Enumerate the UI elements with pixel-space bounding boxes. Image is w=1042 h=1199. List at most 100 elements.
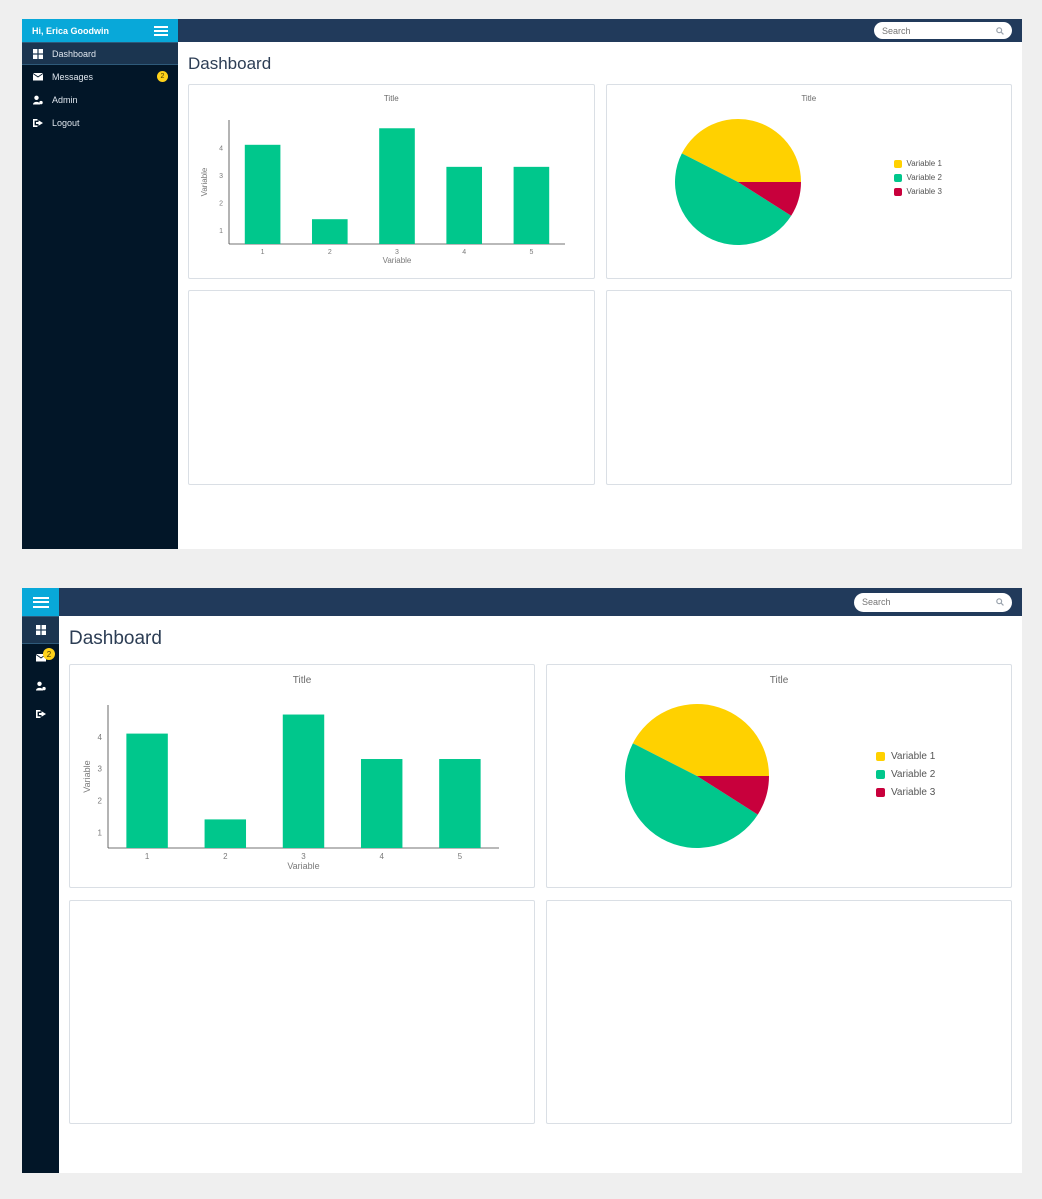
y-tick-label: 1 [219,228,223,235]
y-tick-label: 4 [98,733,103,742]
sign-out-icon [35,709,47,719]
nav-item-admin[interactable] [22,672,59,700]
legend-label: Variable 2 [891,769,936,780]
empty-card [69,900,535,1124]
x-tick-label: 2 [223,852,228,861]
envelope-icon [32,72,44,82]
dashboard-icon [35,625,47,635]
bar-chart: 1 2 3 4 1 2 3 4 5 Variable Variable [82,705,499,871]
nav-item-messages[interactable]: 2 [22,644,59,672]
menu-toggle-icon[interactable] [154,25,168,36]
legend-item: Variable 2 [893,173,942,182]
search-box [874,22,1012,39]
nav-item-label: Logout [52,117,80,128]
search-input[interactable] [882,25,982,36]
bar-chart-card: Title 1 2 3 4 1 2 3 4 5 Variable Variable [188,84,595,279]
dashboard-icon [32,48,44,59]
pie-legend: Variable 1 Variable 2 Variable 3 [893,159,942,196]
dashboard-expanded-view: Hi, Erica Goodwin Dashboard Messages 2 A… [22,19,1022,549]
empty-card [188,290,595,485]
bar [446,166,483,244]
main-content: Dashboard Title 1 2 3 4 1 2 3 4 5 Variable Variabl… [69,616,1012,1173]
pie-chart-card: Title Variable 1 Variable 2 Variable 3 [546,664,1012,888]
empty-card [546,900,1012,1124]
bar [204,819,247,848]
search-icon[interactable] [996,22,1004,40]
legend-swatch [876,752,885,761]
legend-label: Variable 2 [906,173,942,182]
nav-item-logout[interactable]: Logout [22,111,178,134]
nav-item-label: Admin [52,94,78,105]
bar [126,733,168,848]
nav-item-label: Messages [52,71,94,82]
sidebar: 2 [22,588,59,1173]
bar [360,759,403,848]
legend-item: Variable 1 [893,159,942,168]
y-axis-label: Variable [200,167,209,196]
bar [439,759,481,848]
legend-item: Variable 2 [876,769,935,780]
legend-label: Variable 1 [891,751,936,762]
nav-item-label: Dashboard [52,48,97,59]
messages-count-badge: 2 [43,648,55,660]
bar [311,219,348,244]
bar [513,166,550,244]
sign-out-icon [32,118,44,128]
messages-count-badge: 2 [157,71,168,82]
search-input[interactable] [862,597,962,607]
card-grid: Title 1 2 3 4 1 2 3 4 5 Variable Variable Title Va… [69,664,1012,1124]
y-tick-label: 2 [98,796,103,805]
top-bar [178,19,1022,42]
legend-label: Variable 3 [891,787,936,798]
menu-toggle-icon[interactable] [32,596,49,608]
pie-chart [625,704,769,848]
x-tick-label: 4 [379,852,384,861]
x-tick-label: 2 [328,249,332,256]
sidebar: Hi, Erica Goodwin Dashboard Messages 2 A… [22,19,178,549]
main-content: Dashboard Title 1 2 3 4 1 2 3 4 5 Variable Variabl… [188,42,1012,549]
legend-label: Variable 1 [906,159,942,168]
x-tick-label: 5 [529,249,533,256]
y-tick-label: 1 [98,828,103,837]
bar-chart-card: Title 1 2 3 4 1 2 3 4 5 Variable Variable [69,664,535,888]
legend-swatch [876,788,885,797]
x-tick-label: 3 [301,852,306,861]
x-tick-label: 3 [395,249,399,256]
bar [244,144,281,244]
x-tick-label: 4 [462,249,466,256]
y-tick-label: 3 [98,765,103,774]
legend-item: Variable 1 [876,751,935,762]
y-axis-label: Variable [82,760,92,792]
bar [282,714,325,848]
nav-item-messages[interactable]: Messages 2 [22,65,178,88]
legend-item: Variable 3 [876,787,935,798]
page-title: Dashboard [69,628,162,649]
top-bar [59,588,1022,616]
search-box [854,592,1012,612]
x-tick-label: 1 [145,852,150,861]
search-icon[interactable] [996,593,1004,611]
nav-item-dashboard[interactable]: Dashboard [22,42,178,65]
legend-swatch [893,187,902,196]
pie-chart [674,118,801,246]
page-title: Dashboard [188,54,272,73]
legend-label: Variable 3 [906,187,942,196]
nav-item-logout[interactable] [22,700,59,728]
x-axis-label: Variable [383,256,412,265]
x-axis-label: Variable [287,861,319,871]
y-tick-label: 3 [219,173,223,180]
pie-chart-card: Title Variable 1 Variable 2 Variable 3 [605,84,1012,279]
y-tick-label: 4 [219,145,223,152]
pie-legend: Variable 1 Variable 2 Variable 3 [876,751,935,798]
dashboard-collapsed-view: 2 Dashboard Title 123412345VariableVaria… [22,588,1022,1173]
y-tick-label: 2 [219,200,223,207]
user-greeting: Hi, Erica Goodwin [32,25,110,36]
sidebar-header [22,588,59,616]
card-grid: Title 1 2 3 4 1 2 3 4 5 Variable Variable Title Va… [188,84,1012,485]
nav-item-admin[interactable]: Admin [22,88,178,111]
bar [379,128,415,244]
user-cog-icon [32,95,44,105]
user-cog-icon [35,681,47,691]
nav-item-dashboard[interactable] [22,616,59,644]
x-tick-label: 5 [458,852,463,861]
